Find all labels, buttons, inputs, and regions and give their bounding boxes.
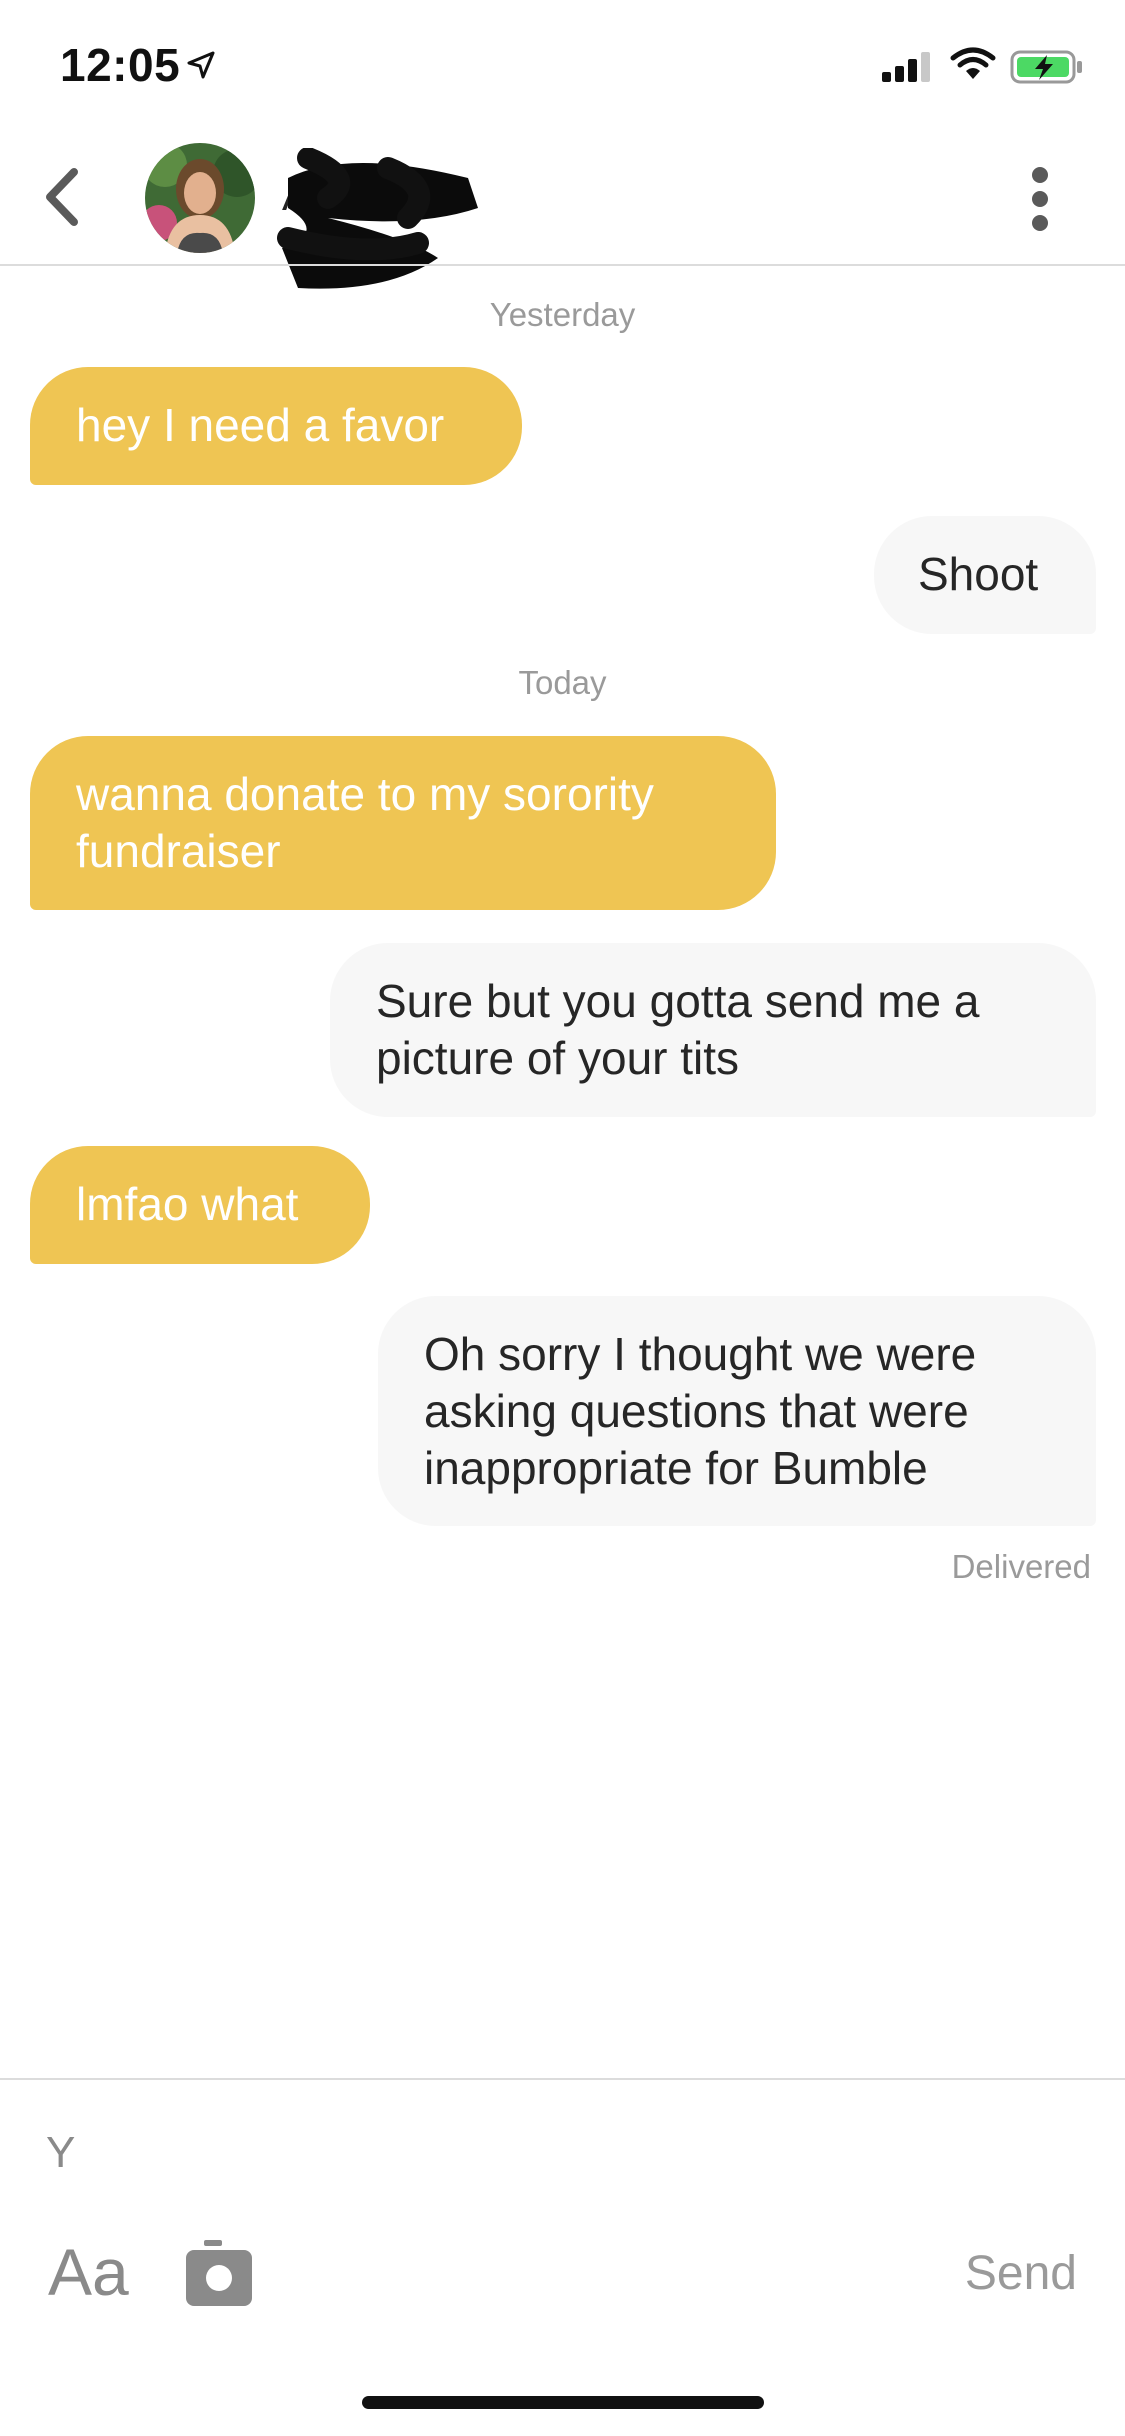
wifi-icon: [950, 47, 996, 79]
outgoing-message[interactable]: Sure but you gotta send me a picture of …: [330, 943, 1096, 1117]
date-separator: Today: [518, 664, 607, 701]
redaction-scribble: [277, 148, 478, 289]
outgoing-message[interactable]: Oh sorry I thought we were asking questi…: [378, 1296, 1096, 1526]
date-separator: Yesterday: [489, 296, 636, 333]
header-divider: [0, 264, 1125, 266]
incoming-message[interactable]: hey I need a favor: [30, 367, 522, 485]
battery-charging-icon: [1010, 50, 1082, 84]
avatar[interactable]: [145, 143, 255, 253]
outgoing-message[interactable]: Shoot: [874, 516, 1096, 634]
home-indicator: [362, 2396, 764, 2409]
camera-icon[interactable]: [184, 2238, 254, 2308]
send-button[interactable]: Send: [965, 2246, 1077, 2301]
status-time: 12:05: [60, 39, 181, 91]
delivery-status: Delivered: [951, 1548, 1091, 1585]
composer-divider: [0, 2078, 1125, 2080]
cellular-signal-icon: [882, 52, 930, 82]
message-input[interactable]: Y: [46, 2128, 75, 2178]
more-options-icon[interactable]: [1028, 166, 1052, 232]
incoming-message[interactable]: lmfao what: [30, 1146, 370, 1264]
incoming-message[interactable]: wanna donate to my sorority fundraiser: [30, 736, 776, 910]
text-format-button[interactable]: Aa: [48, 2234, 129, 2310]
location-arrow-icon: [187, 51, 215, 79]
back-chevron-icon[interactable]: [42, 166, 82, 228]
